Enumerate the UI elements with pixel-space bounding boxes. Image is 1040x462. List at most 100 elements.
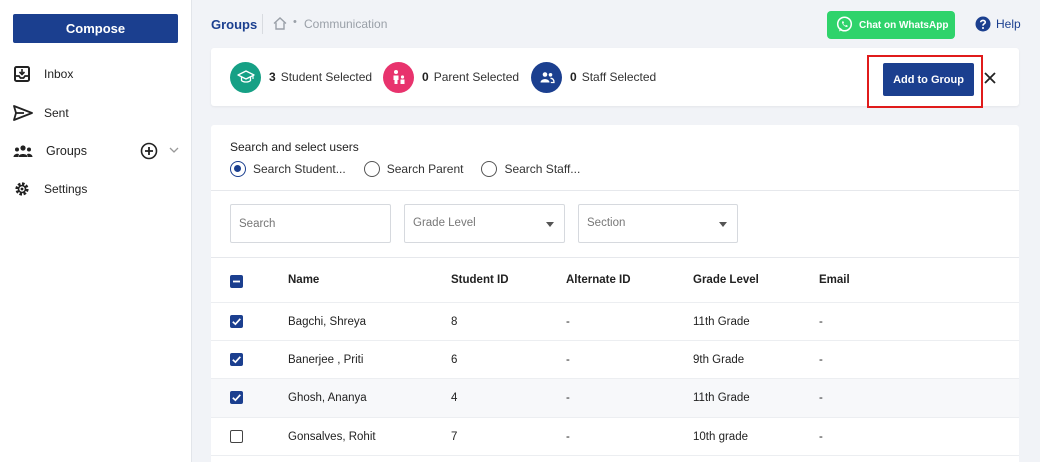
- help-link[interactable]: Help: [996, 17, 1021, 31]
- student-selected-summary: 3 Student Selected: [230, 61, 373, 93]
- cell-name: Gonsalves, Rohit: [288, 431, 376, 443]
- add-group-icon[interactable]: [140, 142, 158, 160]
- cell-alternate-id: -: [566, 431, 570, 443]
- dropdown-arrow-icon: [719, 222, 727, 227]
- radio-label: Search Parent: [386, 162, 464, 176]
- radio-button[interactable]: [481, 161, 498, 177]
- section-select[interactable]: Section: [578, 204, 738, 243]
- breadcrumb-current: Communication: [304, 17, 388, 31]
- cell-email: -: [819, 431, 823, 443]
- help-icon[interactable]: [975, 16, 991, 32]
- cell-alternate-id: -: [566, 354, 570, 366]
- checkmark-icon: [232, 394, 241, 402]
- breadcrumb-separator: •: [293, 16, 297, 28]
- checkmark-icon: [232, 356, 241, 364]
- cell-alternate-id: -: [566, 392, 570, 404]
- row-checkbox[interactable]: [230, 430, 243, 443]
- radio-search-student[interactable]: Search Student...: [230, 161, 346, 177]
- inbox-icon: [14, 66, 30, 82]
- radio-search-staff[interactable]: Search Staff...: [481, 161, 580, 177]
- parent-selected-label: Parent Selected: [433, 70, 520, 84]
- column-header-grade-level: Grade Level: [693, 274, 759, 286]
- graduation-cap-icon: [230, 61, 261, 93]
- whatsapp-icon: [836, 16, 853, 32]
- user-type-radio-group: Search Student... Search Parent Search S…: [230, 161, 598, 177]
- breadcrumb-divider: [262, 14, 263, 34]
- chat-on-whatsapp-button[interactable]: Chat on WhatsApp: [827, 11, 955, 39]
- cell-email: -: [819, 316, 823, 328]
- whatsapp-label: Chat on WhatsApp: [859, 19, 949, 31]
- cell-student-id: 6: [451, 354, 458, 366]
- staff-selected-label: Staff Selected: [581, 70, 657, 84]
- cell-name: Bagchi, Shreya: [288, 316, 366, 328]
- row-checkbox[interactable]: [230, 315, 243, 328]
- grade-level-select[interactable]: Grade Level: [404, 204, 565, 243]
- staff-selected-count: 0: [570, 70, 577, 84]
- panel-title: Search and select users: [230, 140, 359, 154]
- table-header-row: Name Student ID Alternate ID Grade Level…: [211, 260, 1019, 303]
- cell-alternate-id: -: [566, 316, 570, 328]
- cell-grade-level: 11th Grade: [693, 392, 750, 404]
- gear-icon: [15, 182, 29, 196]
- cell-email: -: [819, 392, 823, 404]
- chevron-down-icon[interactable]: [168, 144, 180, 156]
- grade-level-placeholder: Grade Level: [413, 217, 476, 229]
- table-row[interactable]: Bagchi, Shreya 8 - 11th Grade -: [211, 303, 1019, 341]
- user-search-panel: Search and select users Search Student..…: [211, 125, 1019, 462]
- search-input[interactable]: [231, 205, 390, 242]
- divider: [211, 190, 1019, 191]
- sidebar-item-label: Inbox: [44, 67, 74, 81]
- parent-selected-summary: 0 Parent Selected: [383, 61, 520, 93]
- column-header-student-id: Student ID: [451, 274, 509, 286]
- cell-grade-level: 9th Grade: [693, 354, 745, 366]
- radio-search-parent[interactable]: Search Parent: [363, 161, 464, 177]
- sidebar-item-groups[interactable]: Groups: [0, 138, 192, 164]
- sidebar-item-label: Groups: [46, 144, 87, 158]
- table-row[interactable]: Banerjee , Priti 6 - 9th Grade -: [211, 341, 1019, 379]
- sidebar-item-sent[interactable]: Sent: [0, 100, 192, 126]
- radio-label: Search Staff...: [504, 162, 581, 176]
- radio-button[interactable]: [363, 161, 380, 177]
- cell-name: Banerjee , Priti: [288, 354, 364, 366]
- sidebar-item-inbox[interactable]: Inbox: [0, 61, 192, 87]
- cell-grade-level: 10th grade: [693, 431, 748, 443]
- cell-student-id: 8: [451, 316, 458, 328]
- close-icon[interactable]: [983, 71, 997, 85]
- sidebar-item-label: Sent: [44, 106, 69, 120]
- staff-group-icon: [531, 61, 562, 93]
- send-icon: [13, 105, 33, 121]
- home-icon[interactable]: [273, 17, 287, 30]
- add-to-group-button[interactable]: Add to Group: [883, 63, 974, 96]
- sidebar: Compose Inbox Sent Groups Settings: [0, 0, 192, 462]
- cell-name: Ghosh, Ananya: [288, 392, 367, 404]
- section-placeholder: Section: [587, 217, 626, 229]
- column-header-email: Email: [819, 274, 850, 286]
- cell-grade-level: 11th Grade: [693, 316, 750, 328]
- select-all-checkbox[interactable]: [230, 275, 243, 288]
- column-header-alternate-id: Alternate ID: [566, 274, 631, 286]
- sidebar-item-settings[interactable]: Settings: [0, 176, 192, 202]
- cell-email: -: [819, 354, 823, 366]
- parent-child-icon: [383, 61, 414, 93]
- student-selected-count: 3: [269, 70, 276, 84]
- column-header-name: Name: [288, 274, 320, 286]
- row-checkbox[interactable]: [230, 391, 243, 404]
- radio-label: Search Student...: [253, 162, 346, 176]
- table-row[interactable]: Ghosh, Ananya 4 - 11th Grade -: [211, 379, 1019, 418]
- row-checkbox[interactable]: [230, 353, 243, 366]
- divider: [211, 257, 1019, 258]
- page-title: Groups: [211, 17, 258, 32]
- dropdown-arrow-icon: [546, 222, 554, 227]
- student-selected-label: Student Selected: [280, 70, 373, 84]
- cell-student-id: 4: [451, 392, 458, 404]
- checkmark-icon: [232, 318, 241, 326]
- staff-selected-summary: 0 Staff Selected: [531, 61, 657, 93]
- compose-button[interactable]: Compose: [13, 14, 178, 43]
- table-row[interactable]: Gonsalves, Rohit 7 - 10th grade -: [211, 418, 1019, 456]
- parent-selected-count: 0: [422, 70, 429, 84]
- sidebar-item-label: Settings: [44, 182, 88, 196]
- radio-button[interactable]: [230, 161, 246, 177]
- cell-student-id: 7: [451, 431, 458, 443]
- search-field[interactable]: [230, 204, 391, 243]
- groups-icon: [13, 145, 33, 157]
